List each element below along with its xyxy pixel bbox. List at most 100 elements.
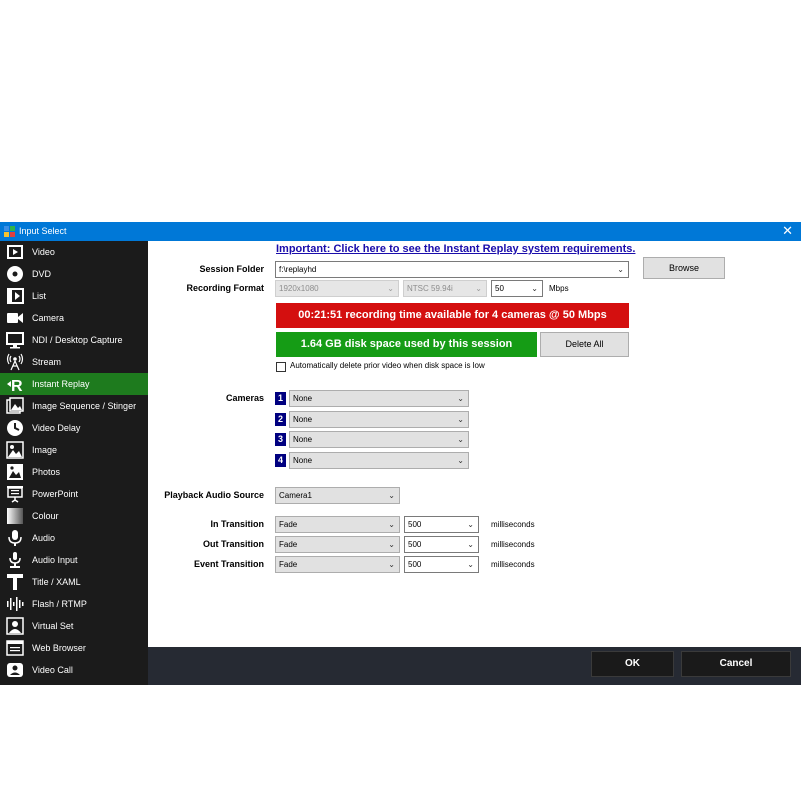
input-select-window: Input Select ✕ Video DVD List Camera NDI… [0,222,801,685]
video-call-icon [7,663,23,677]
microphone-icon [8,530,22,546]
virtual-set-icon [6,617,24,635]
cameras-label: Cameras [225,393,264,403]
sidebar-item-label: Video [32,247,55,257]
camera-3-value: None [293,435,313,444]
cancel-button[interactable]: Cancel [681,651,791,677]
sidebar-item-label: Audio [32,533,56,543]
framerate-value: NTSC 59.94i [407,284,453,293]
ok-button[interactable]: OK [591,651,674,677]
session-folder-label: Session Folder [199,264,264,274]
sidebar-item-title[interactable]: Title / XAML [0,571,148,593]
sidebar-item-label: DVD [32,269,52,279]
chevron-down-icon: ⌄ [531,284,538,293]
input-type-sidebar: Video DVD List Camera NDI / Desktop Capt… [0,241,148,685]
sidebar-item-video[interactable]: Video [0,241,148,263]
camera-icon [7,313,23,323]
bitrate-select[interactable]: 50 ⌄ [491,280,543,297]
resolution-value: 1920x1080 [279,284,319,293]
sidebar-item-camera[interactable]: Camera [0,307,148,329]
clock-icon [7,420,23,436]
disk-space-banner: 1.64 GB disk space used by this session [276,332,537,357]
out-transition-effect: Fade [279,540,298,549]
sidebar-item-instant-replay[interactable]: R Instant Replay [0,373,148,395]
in-transition-duration-select[interactable]: 500 ⌄ [404,516,479,533]
close-icon[interactable]: ✕ [782,224,793,238]
camera-3-select[interactable]: None ⌄ [289,431,469,448]
out-transition-duration-select[interactable]: 500 ⌄ [404,536,479,553]
out-transition-effect-select[interactable]: Fade ⌄ [275,536,400,553]
sidebar-item-list[interactable]: List [0,285,148,307]
event-transition-unit: milliseconds [491,560,535,569]
instant-replay-settings: Important: Click here to see the Instant… [148,241,801,647]
event-transition-label: Event Transition [193,559,264,569]
chevron-down-icon: ⌄ [457,456,464,465]
sidebar-item-audio-input[interactable]: Audio Input [0,549,148,571]
in-transition-label: In Transition [210,519,264,529]
sidebar-item-image[interactable]: Image [0,439,148,461]
sidebar-item-image-sequence[interactable]: Image Sequence / Stinger [0,395,148,417]
event-transition-duration: 500 [408,560,422,569]
auto-delete-checkbox[interactable] [276,362,286,372]
browse-button[interactable]: Browse [643,257,725,279]
requirements-link[interactable]: Important: Click here to see the Instant… [276,243,635,255]
chevron-down-icon: ⌄ [457,435,464,444]
sidebar-item-dvd[interactable]: DVD [0,263,148,285]
playlist-icon [7,288,24,304]
sidebar-item-photos[interactable]: Photos [0,461,148,483]
chevron-down-icon: ⌄ [457,394,464,403]
sidebar-item-flash-rtmp[interactable]: Flash / RTMP [0,593,148,615]
sidebar-item-video-call[interactable]: Video Call [0,659,148,681]
event-transition-effect-select[interactable]: Fade ⌄ [275,556,400,573]
chevron-down-icon: ⌄ [457,415,464,424]
framerate-select[interactable]: NTSC 59.94i ⌄ [403,280,487,297]
sidebar-item-video-delay[interactable]: Video Delay [0,417,148,439]
session-folder-input[interactable]: f:\replayhd ⌄ [275,261,629,278]
sidebar-item-web-browser[interactable]: Web Browser [0,637,148,659]
playback-audio-value: Camera1 [279,491,312,500]
chevron-down-icon: ⌄ [475,284,482,293]
sidebar-item-powerpoint[interactable]: PowerPoint [0,483,148,505]
camera-1-select[interactable]: None ⌄ [289,390,469,407]
sidebar-item-label: Stream [32,357,62,367]
chevron-down-icon: ⌄ [388,520,395,529]
sidebar-item-label: Instant Replay [32,379,90,389]
camera-3-badge: 3 [275,433,286,446]
camera-2-badge: 2 [275,413,286,426]
presentation-icon [7,486,23,503]
delete-all-button[interactable]: Delete All [540,332,629,357]
sidebar-item-ndi[interactable]: NDI / Desktop Capture [0,329,148,351]
auto-delete-label: Automatically delete prior video when di… [290,361,485,370]
bitrate-value: 50 [495,284,504,293]
sidebar-item-label: Image [32,445,58,455]
camera-4-select[interactable]: None ⌄ [289,452,469,469]
event-transition-duration-select[interactable]: 500 ⌄ [404,556,479,573]
playback-audio-select[interactable]: Camera1 ⌄ [275,487,400,504]
svg-text:R: R [11,378,23,393]
out-transition-unit: milliseconds [491,540,535,549]
playback-audio-label: Playback Audio Source [164,490,264,500]
camera-2-select[interactable]: None ⌄ [289,411,469,428]
out-transition-label: Out Transition [202,539,264,549]
event-transition-effect: Fade [279,560,298,569]
sidebar-item-stream[interactable]: Stream [0,351,148,373]
sidebar-item-label: List [32,291,47,301]
chevron-down-icon: ⌄ [467,520,474,529]
in-transition-effect-select[interactable]: Fade ⌄ [275,516,400,533]
resolution-select[interactable]: 1920x1080 ⌄ [275,280,399,297]
camera-1-badge: 1 [275,392,286,405]
sidebar-item-colour[interactable]: Colour [0,505,148,527]
sidebar-item-label: Video Call [32,665,73,675]
sidebar-item-label: Audio Input [32,555,78,565]
broadcast-icon [6,353,24,371]
browser-icon [6,640,24,656]
sidebar-item-audio[interactable]: Audio [0,527,148,549]
sidebar-item-virtual-set[interactable]: Virtual Set [0,615,148,637]
waveform-icon [7,597,24,611]
sidebar-item-label: NDI / Desktop Capture [32,335,123,345]
image-sequence-icon [6,397,24,414]
window-title: Input Select [19,226,67,236]
chevron-down-icon: ⌄ [388,540,395,549]
chevron-down-icon: ⌄ [467,560,474,569]
colour-icon [7,508,23,524]
